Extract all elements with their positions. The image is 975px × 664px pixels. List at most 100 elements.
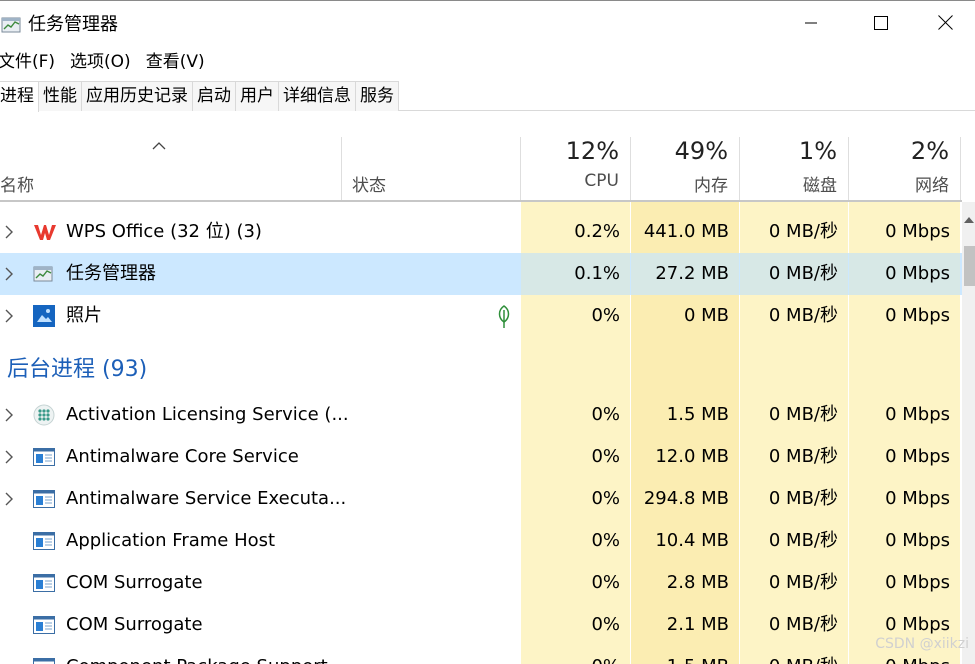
task-manager-icon	[1, 15, 23, 35]
network-value: 0 Mbps	[885, 488, 950, 509]
process-row[interactable]: 照片 0% 0 MB 0 MB/秒 0 Mbps	[0, 295, 962, 337]
tab-services[interactable]: 服务	[356, 81, 399, 111]
process-row[interactable]: Activation Licensing Service (... 0% 1.5…	[0, 394, 962, 436]
tab-performance[interactable]: 性能	[39, 81, 82, 111]
network-value: 0 Mbps	[885, 572, 950, 593]
group-label: 后台进程 (93)	[7, 357, 148, 382]
dots-icon	[33, 404, 55, 426]
process-name: Component Package Support	[66, 646, 328, 664]
network-value: 0 Mbps	[885, 305, 950, 326]
network-value: 0 Mbps	[885, 446, 950, 467]
memory-value: 27.2 MB	[631, 253, 739, 295]
column-network-header[interactable]: 2% 网络	[849, 111, 960, 201]
memory-value: 1.5 MB	[631, 646, 739, 664]
memory-value: 1.5 MB	[666, 404, 729, 425]
cpu-value: 0%	[591, 530, 620, 551]
close-button[interactable]	[916, 2, 975, 46]
service-window-icon	[33, 656, 55, 664]
chevron-right-icon[interactable]	[4, 308, 14, 328]
process-row[interactable]: COM Surrogate 0% 2.8 MB 0 MB/秒 0 Mbps	[0, 562, 962, 604]
process-row[interactable]: Antimalware Service Executa... 0% 294.8 …	[0, 478, 962, 520]
column-divider[interactable]	[960, 137, 961, 200]
cpu-value: 0%	[521, 646, 630, 664]
process-row-selected[interactable]: 任务管理器 0.1% 27.2 MB 0 MB/秒 0 Mbps	[0, 253, 962, 295]
background-processes-group[interactable]: 后台进程 (93)	[0, 337, 962, 395]
column-name-header[interactable]: 名称	[0, 171, 34, 196]
process-row[interactable]: Antimalware Core Service 0% 12.0 MB 0 MB…	[0, 436, 962, 478]
cpu-value: 0%	[591, 572, 620, 593]
wps-icon	[33, 221, 56, 243]
network-value: 0 Mbps	[885, 530, 950, 551]
disk-value: 0 MB/秒	[768, 530, 838, 551]
memory-value: 441.0 MB	[643, 221, 729, 242]
memory-value: 10.4 MB	[655, 530, 729, 551]
memory-value: 2.1 MB	[666, 614, 729, 635]
column-memory-header[interactable]: 49% 内存	[631, 111, 739, 201]
process-name: 任务管理器	[66, 263, 156, 284]
process-row[interactable]: COM Surrogate 0% 2.1 MB 0 MB/秒 0 Mbps	[0, 604, 962, 646]
process-name: Application Frame Host	[66, 530, 276, 551]
column-cpu-header[interactable]: 12% CPU	[521, 111, 630, 201]
cpu-total-percent: 12%	[565, 137, 619, 165]
cpu-value: 0%	[591, 614, 620, 635]
memory-value: 2.8 MB	[666, 572, 729, 593]
tab-app-history[interactable]: 应用历史记录	[82, 81, 193, 111]
service-window-icon	[33, 530, 55, 552]
process-name: 照片	[66, 305, 102, 326]
process-name: Antimalware Service Executa...	[66, 488, 347, 509]
chevron-right-icon[interactable]	[4, 449, 14, 469]
disk-value: 0 MB/秒	[740, 253, 848, 295]
memory-value: 0 MB	[683, 305, 729, 326]
disk-value: 0 MB/秒	[768, 572, 838, 593]
tab-details[interactable]: 详细信息	[279, 81, 356, 111]
process-name: Activation Licensing Service (...	[66, 404, 349, 425]
menu-bar: 文件(F) 选项(O) 查看(V)	[0, 48, 220, 76]
maximize-button[interactable]	[846, 2, 916, 46]
process-name: COM Surrogate	[66, 572, 203, 593]
scroll-up-arrow-icon[interactable]	[964, 208, 974, 227]
menu-file[interactable]: 文件(F)	[0, 48, 70, 76]
memory-value: 12.0 MB	[655, 446, 729, 467]
process-row[interactable]: Component Package Support 0% 1.5 MB 0 MB…	[0, 646, 962, 664]
chevron-right-icon[interactable]	[4, 266, 14, 286]
column-status-header[interactable]: 状态	[352, 171, 386, 196]
disk-value: 0 MB/秒	[768, 614, 838, 635]
process-row[interactable]: WPS Office (32 位) (3) 0.2% 441.0 MB 0 MB…	[0, 211, 962, 253]
menu-view[interactable]: 查看(V)	[146, 48, 220, 76]
chevron-right-icon[interactable]	[4, 491, 14, 511]
cpu-value: 0%	[591, 305, 620, 326]
process-row[interactable]: Application Frame Host 0% 10.4 MB 0 MB/秒…	[0, 520, 962, 562]
network-value: 0 Mbps	[885, 404, 950, 425]
close-icon	[938, 14, 953, 34]
service-window-icon	[33, 446, 55, 468]
column-divider[interactable]	[341, 137, 342, 200]
disk-column-label: 磁盘	[803, 176, 837, 196]
title-bar[interactable]: 任务管理器	[0, 1, 975, 45]
process-name: Antimalware Core Service	[66, 446, 299, 467]
disk-total-percent: 1%	[798, 137, 837, 165]
disk-value: 0 MB/秒	[768, 305, 838, 326]
tab-processes[interactable]: 进程	[0, 81, 39, 112]
task-manager-icon	[33, 263, 55, 285]
network-total-percent: 2%	[910, 137, 949, 165]
tab-startup[interactable]: 启动	[193, 81, 236, 111]
service-window-icon	[33, 572, 55, 594]
tab-users[interactable]: 用户	[236, 81, 279, 111]
menu-options[interactable]: 选项(O)	[70, 48, 146, 76]
process-name: WPS Office (32 位) (3)	[66, 221, 262, 242]
disk-value: 0 MB/秒	[740, 646, 848, 664]
chevron-right-icon[interactable]	[4, 407, 14, 427]
scrollbar-thumb[interactable]	[964, 246, 975, 286]
process-name: COM Surrogate	[66, 614, 203, 635]
column-disk-header[interactable]: 1% 磁盘	[740, 111, 848, 201]
sort-ascending-icon[interactable]	[152, 135, 166, 154]
cpu-value: 0%	[591, 446, 620, 467]
leaf-icon	[496, 304, 512, 334]
cpu-value: 0%	[591, 404, 620, 425]
watermark: CSDN @xiikzi	[875, 636, 969, 652]
maximize-icon	[874, 15, 888, 34]
minimize-button[interactable]	[776, 2, 846, 46]
tab-strip: 进程 性能 应用历史记录 启动 用户 详细信息 服务	[0, 81, 399, 112]
column-header: 名称 状态 12% CPU 49% 内存 1% 磁盘 2% 网络	[0, 111, 975, 201]
chevron-right-icon[interactable]	[4, 224, 14, 244]
